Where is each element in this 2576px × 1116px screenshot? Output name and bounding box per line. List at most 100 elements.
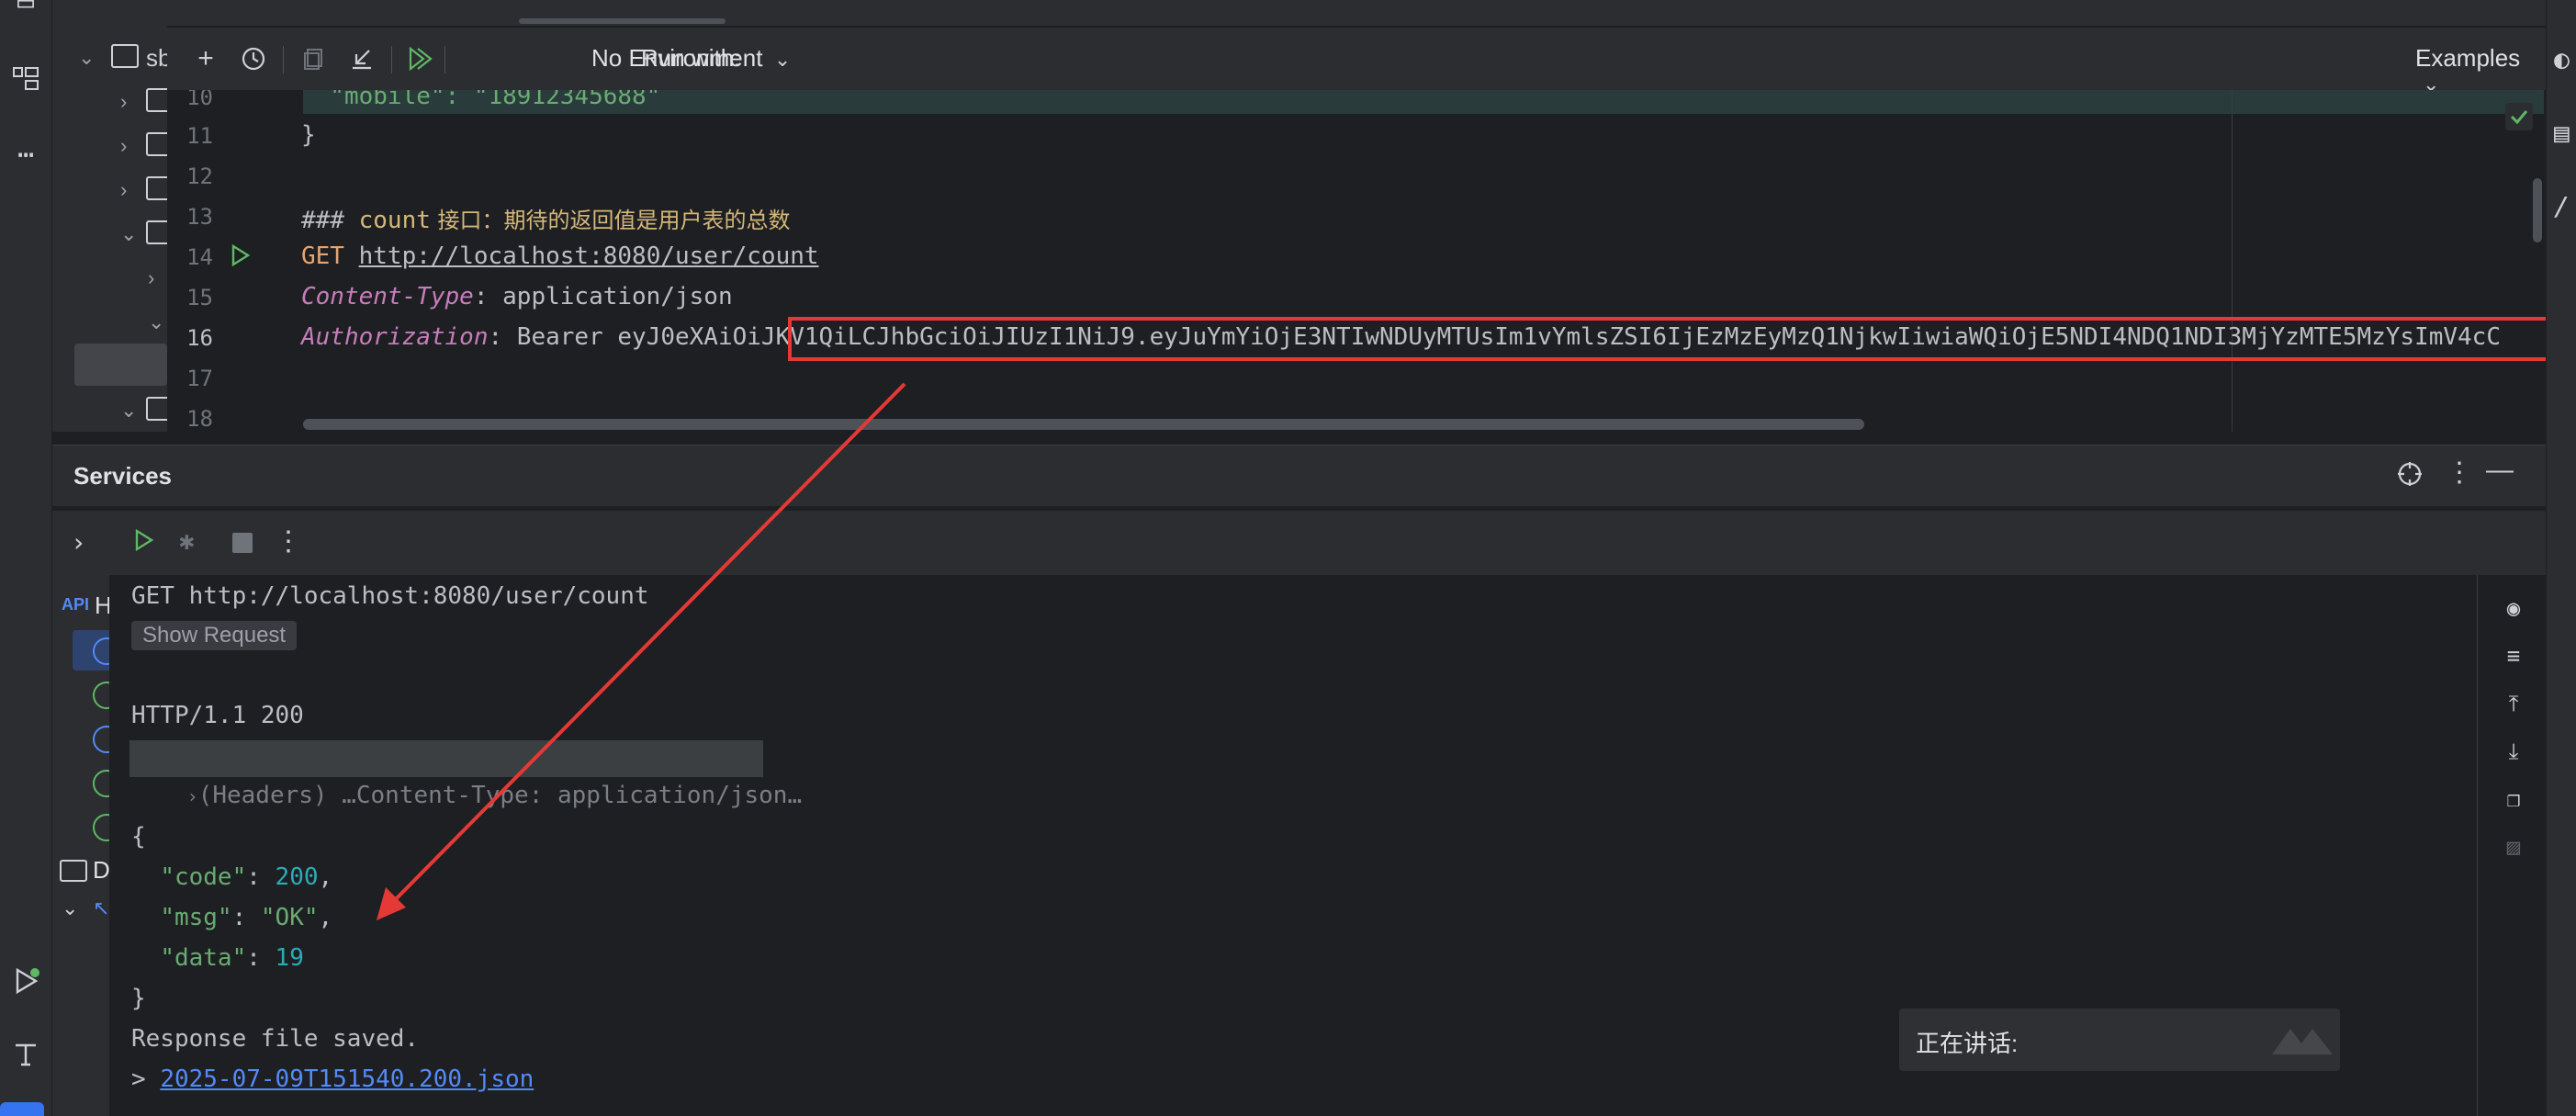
json-key: "msg" [160, 904, 232, 931]
speaking-indicator: 正在讲话: [1899, 1009, 2340, 1071]
stop-icon[interactable] [232, 533, 253, 553]
code-line-request: GET http://localhost:8080/user/count [301, 242, 819, 270]
chevron-down-icon[interactable]: ⌄ [120, 399, 137, 423]
response-file-link[interactable]: 2025-07-09T151540.200.json [160, 1065, 534, 1093]
headers-collapsed[interactable]: ›(Headers) …Content-Type: application/js… [129, 740, 802, 809]
more-options-icon[interactable]: ⋮ [275, 525, 302, 558]
target-icon[interactable] [2396, 460, 2425, 490]
environment-value: No Environment [591, 44, 763, 72]
terminal-tool-icon[interactable] [7, 1036, 44, 1073]
copy-icon[interactable] [296, 40, 332, 77]
chevron-down-icon[interactable]: ⌄ [148, 310, 164, 334]
line-number: 14 [186, 244, 213, 270]
history-icon[interactable] [235, 40, 272, 77]
tree-row-selected[interactable] [74, 344, 167, 386]
services-tree: API H D ⌄ ↖ [52, 575, 120, 1116]
add-request-icon[interactable]: + [187, 40, 224, 77]
tree-row[interactable]: › [52, 173, 174, 209]
chevron-right-icon[interactable]: › [120, 90, 127, 114]
folder-icon [60, 860, 87, 882]
vertical-scrollbar[interactable] [2533, 178, 2542, 242]
services-title: Services [73, 462, 172, 490]
toolbar-divider [283, 46, 284, 73]
json-value: "OK" [260, 904, 319, 931]
project-tree: ⌄ sb › › › ⌄ › ⌄ ⌄ [52, 0, 174, 432]
chevron-right-icon[interactable]: › [148, 266, 154, 290]
database-icon[interactable]: ▤ [2554, 118, 2570, 148]
saved-message: Response file saved. [131, 1025, 420, 1053]
run-tool-icon[interactable] [7, 963, 44, 999]
examples-dropdown[interactable]: Examples ⌄ [2415, 44, 2546, 96]
header-key: Authorization [301, 323, 489, 351]
header-key: Content-Type [301, 283, 474, 310]
chevron-right-icon[interactable]: › [120, 134, 127, 158]
soft-wrap-icon[interactable]: ≡ [2500, 643, 2527, 671]
token-highlight-box [788, 317, 2546, 361]
headers-text: (Headers) …Content-Type: application/jso… [197, 782, 803, 809]
pointer-icon: ↖ [93, 896, 110, 919]
json-brace: { [131, 823, 146, 851]
chevron-right-icon[interactable]: › [71, 527, 86, 558]
line-number: 11 [186, 123, 213, 149]
right-margin-guide [2232, 90, 2233, 432]
tree-row-root[interactable]: ⌄ sb [52, 40, 171, 77]
scroll-to-end-icon[interactable]: ⤓ [2500, 738, 2527, 766]
api-icon: API [62, 595, 90, 614]
line-number: 13 [186, 204, 213, 230]
chevron-down-icon[interactable]: ⌄ [78, 46, 95, 70]
json-comma: , [318, 863, 333, 891]
tree-row[interactable]: › [52, 129, 174, 165]
import-icon[interactable] [343, 40, 380, 77]
activity-bar: ▭ ⋯ [0, 0, 52, 1116]
horizontal-scrollbar[interactable] [303, 419, 1864, 430]
request-name: count [358, 207, 431, 234]
http-editor[interactable]: 10 "mobile": "18912345688" 11 } 12 13 ##… [167, 90, 2546, 432]
run-request-icon[interactable] [228, 242, 255, 270]
request-url[interactable]: http://localhost:8080/user/count [359, 242, 819, 270]
http-toolbar: + Run with: No Environment ⌄ Examples ⌄ [167, 28, 2546, 96]
tab-scrollbar[interactable] [519, 18, 726, 24]
file-prefix: > [131, 1065, 161, 1093]
environment-selector[interactable]: No Environment ⌄ [591, 44, 791, 75]
tree-row[interactable]: › [52, 85, 174, 121]
tree-row[interactable]: › [52, 261, 167, 298]
line-number: 10 [186, 90, 213, 110]
json-line: "msg": "OK", [160, 904, 333, 931]
run-all-icon[interactable] [402, 40, 439, 77]
speaking-label: 正在讲话: [1916, 1030, 2019, 1057]
line-number: 15 [186, 285, 213, 310]
copy-icon[interactable]: ❐ [2500, 786, 2527, 814]
chevron-right-icon[interactable]: › [120, 178, 127, 202]
more-options-icon[interactable]: ⋮ [2446, 457, 2473, 489]
image-icon[interactable]: ▨ [2500, 834, 2527, 862]
json-key: "data" [160, 944, 247, 972]
tree-row[interactable]: ⌄ [52, 305, 167, 342]
header-value: : application/json [473, 283, 733, 310]
more-tools-icon[interactable]: ⋯ [7, 136, 44, 173]
chevron-right-icon: › [186, 785, 198, 807]
ai-assistant-icon[interactable]: / [2554, 191, 2570, 221]
code-line-comment: ### count 接口：期待的返回值是用户表的总数 [301, 202, 791, 234]
minimize-icon[interactable]: — [2486, 455, 2514, 486]
scroll-to-top-icon[interactable]: ⤒ [2500, 691, 2527, 718]
structure-tool-icon[interactable] [7, 61, 44, 97]
line-number: 18 [186, 406, 213, 432]
active-tool-indicator [0, 1102, 44, 1116]
services-folder-label[interactable]: D [93, 856, 110, 885]
right-tool-strip: ◐ ▤ / [2546, 0, 2576, 1116]
eye-icon[interactable]: ◉ [2500, 595, 2527, 623]
run-icon[interactable] [131, 527, 159, 555]
code-line: } [301, 121, 316, 149]
toolbar-divider [391, 46, 392, 73]
chevron-down-icon: ⌄ [773, 48, 792, 71]
chevron-down-icon[interactable]: ⌄ [120, 222, 137, 246]
tree-row[interactable]: ⌄ [52, 217, 174, 254]
tree-row[interactable]: ⌄ [52, 393, 174, 430]
examples-label: Examples [2415, 44, 2521, 72]
show-request-button[interactable]: Show Request [131, 621, 298, 650]
chevron-down-icon[interactable]: ⌄ [62, 896, 78, 920]
project-tool-icon[interactable]: ▭ [7, 0, 44, 20]
debug-icon[interactable]: ✱ [179, 525, 195, 556]
notifications-icon[interactable]: ◐ [2554, 44, 2570, 74]
request-line: GET http://localhost:8080/user/count [131, 582, 649, 610]
